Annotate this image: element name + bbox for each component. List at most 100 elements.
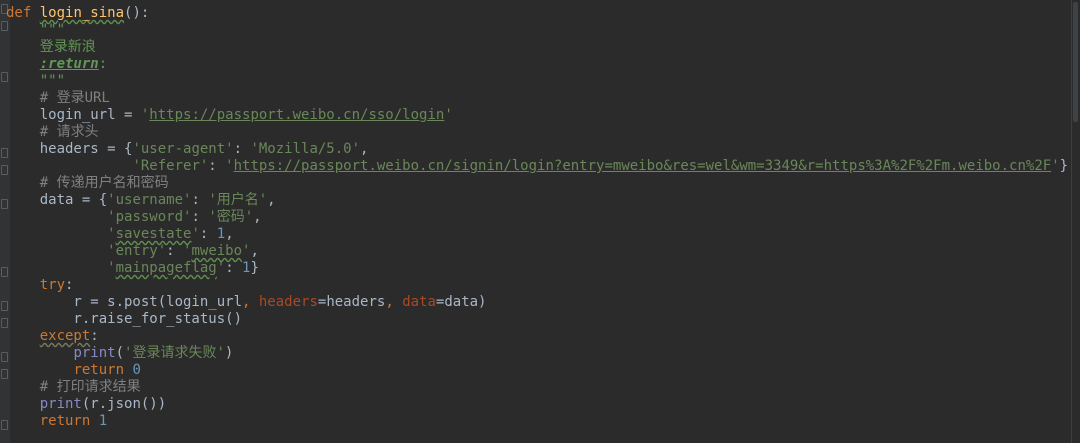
- code-line[interactable]: """: [6, 73, 65, 90]
- code-token: login_url =: [6, 107, 141, 123]
- code-token: 'Referer': [132, 158, 209, 174]
- code-line[interactable]: headers = {'user-agent': 'Mozilla/5.0',: [6, 141, 369, 158]
- code-token: ': [107, 260, 116, 276]
- code-token: ,: [253, 209, 262, 225]
- code-token: try: [39, 277, 66, 293]
- code-token: 'user-agent': [132, 141, 234, 157]
- code-token: return: [73, 362, 133, 378]
- code-line[interactable]: def login_sina():: [6, 5, 149, 22]
- code-token: """: [39, 73, 66, 89]
- code-line[interactable]: # 传递用户名和密码: [6, 175, 169, 192]
- code-line[interactable]: """: [6, 22, 65, 39]
- code-editor[interactable]: def login_sina(): """ 登录新浪 :return: """ …: [0, 0, 1080, 443]
- code-token: 1: [98, 413, 108, 429]
- code-token: 'entry': [107, 243, 167, 259]
- code-token: :: [98, 56, 108, 72]
- code-token: 'username': [107, 192, 192, 208]
- code-token: =data): [435, 294, 487, 310]
- code-line[interactable]: print(r.json()): [6, 396, 166, 413]
- code-token: '用户名': [208, 192, 268, 208]
- code-token: """: [39, 22, 66, 38]
- code-line[interactable]: 'password': '密码',: [6, 209, 262, 226]
- code-token: # 传递用户名和密码: [39, 175, 169, 191]
- code-token: ,: [360, 141, 369, 157]
- code-token: '密码': [208, 209, 254, 225]
- code-token: ,: [267, 192, 276, 208]
- code-line[interactable]: 登录新浪: [6, 39, 96, 56]
- code-area[interactable]: def login_sina(): """ 登录新浪 :return: """ …: [6, 0, 1072, 443]
- code-line[interactable]: # 请求头: [6, 124, 99, 141]
- code-line[interactable]: r.raise_for_status(): [6, 311, 242, 328]
- code-line[interactable]: 'Referer': 'https://passport.weibo.cn/si…: [6, 158, 1068, 175]
- code-token: :: [225, 260, 243, 276]
- code-token: =headers: [317, 294, 386, 310]
- code-token: ): [224, 345, 234, 361]
- code-token: login_sina: [39, 5, 125, 21]
- code-token: # 打印请求结果: [39, 379, 141, 395]
- code-token: 登录新浪: [39, 39, 96, 55]
- code-line[interactable]: 'entry': 'mweibo',: [6, 243, 259, 260]
- code-line[interactable]: login_url = 'https://passport.weibo.cn/s…: [6, 107, 453, 124]
- code-line[interactable]: data = {'username': '用户名',: [6, 192, 276, 209]
- code-token: :: [199, 226, 217, 242]
- code-token: }: [1059, 158, 1069, 174]
- code-token: savestate: [115, 226, 192, 242]
- code-token: except: [39, 328, 91, 344]
- code-token: def: [6, 5, 32, 21]
- code-token: :: [191, 192, 209, 208]
- code-line[interactable]: r = s.post(login_url, headers=headers, d…: [6, 294, 486, 311]
- code-line[interactable]: print('登录请求失败'): [6, 345, 233, 362]
- code-token: ': [444, 107, 453, 123]
- code-token: (: [115, 345, 125, 361]
- code-token: ': [216, 260, 226, 276]
- code-token: https://passport.weibo.cn/signin/login?e…: [233, 158, 1052, 174]
- code-token: # 登录URL: [39, 90, 110, 106]
- code-token: mweibo: [191, 243, 243, 259]
- code-line[interactable]: # 登录URL: [6, 90, 110, 107]
- code-token: '登录请求失败': [124, 345, 225, 361]
- code-token: # 请求头: [39, 124, 99, 140]
- code-token: 'Mozilla/5.0': [250, 141, 361, 157]
- code-token: :: [90, 328, 99, 344]
- code-token: headers: [258, 294, 318, 310]
- code-token: ': [191, 226, 200, 242]
- code-token: mainpageflag: [115, 260, 217, 276]
- code-token: ,: [225, 226, 234, 242]
- vertical-scrollbar[interactable]: [1073, 2, 1078, 122]
- code-line[interactable]: 'savestate': 1,: [6, 226, 234, 243]
- code-token: print: [39, 396, 82, 412]
- code-token: 1: [216, 226, 226, 242]
- code-token: :: [191, 209, 209, 225]
- code-token: ': [107, 226, 116, 242]
- code-line[interactable]: return 1: [6, 413, 107, 430]
- code-line[interactable]: :return:: [6, 56, 107, 73]
- code-token: headers = {: [6, 141, 133, 157]
- right-margin-guide: [1071, 0, 1072, 443]
- code-token: :return: [39, 56, 99, 72]
- code-line[interactable]: 'mainpageflag': 1}: [6, 260, 259, 277]
- code-token: ,: [242, 294, 259, 310]
- code-line[interactable]: except:: [6, 328, 99, 345]
- code-line[interactable]: try:: [6, 277, 74, 294]
- code-token: ():: [124, 5, 150, 21]
- code-token: data: [402, 294, 436, 310]
- code-token: data = {: [6, 192, 108, 208]
- code-line[interactable]: return 0: [6, 362, 140, 379]
- code-line[interactable]: # 打印请求结果: [6, 379, 141, 396]
- code-token: (r.json()): [81, 396, 167, 412]
- code-token: r.raise_for_status(): [6, 311, 243, 327]
